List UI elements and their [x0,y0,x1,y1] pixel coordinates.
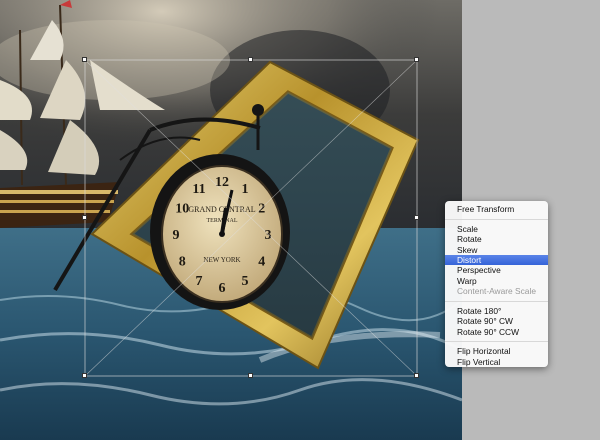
transform-handle-bottom-right[interactable] [414,373,419,378]
menu-item-flip-horizontal[interactable]: Flip Horizontal [445,346,548,356]
photo-composite: 121234567891011 GRAND CENTRAL TERMINAL N… [0,0,462,440]
menu-separator [445,300,548,302]
menu-separator [445,341,548,343]
clock-numeral: 11 [192,182,205,197]
transform-handle-top-left[interactable] [82,57,87,62]
clock-numeral: 5 [242,274,249,289]
station-clock: 121234567891011 GRAND CENTRAL TERMINAL N… [150,154,290,310]
document-canvas[interactable]: 121234567891011 GRAND CENTRAL TERMINAL N… [0,0,462,440]
menu-item-rotate-90-ccw[interactable]: Rotate 90° CCW [445,327,548,337]
clock-numeral: 9 [173,228,180,243]
menu-item-rotate-90-cw[interactable]: Rotate 90° CW [445,316,548,326]
menu-item-perspective[interactable]: Perspective [445,265,548,275]
clock-numeral: 4 [258,255,265,270]
transform-handle-top-right[interactable] [414,57,419,62]
menu-item-rotate[interactable]: Rotate [445,234,548,244]
menu-item-skew[interactable]: Skew [445,245,548,255]
menu-item-content-aware-scale: Content-Aware Scale [457,286,536,297]
menu-separator [445,218,548,220]
clock-numeral: 1 [242,182,249,197]
clock-numeral: 7 [196,274,203,289]
clock-city-text: NEW YORK [203,256,240,264]
transform-handle-right[interactable] [414,215,419,220]
menu-item-scale[interactable]: Scale [445,224,548,234]
clock-numeral: 12 [215,175,229,190]
clock-numeral: 3 [265,228,272,243]
clock-numeral: 8 [179,255,186,270]
transform-handle-top[interactable] [248,57,253,62]
menu-item-flip-vertical[interactable]: Flip Vertical [445,357,548,367]
transform-handle-left[interactable] [82,215,87,220]
transform-handle-bottom-left[interactable] [82,373,87,378]
menu-item-distort[interactable]: Distort [445,254,548,266]
menu-item-rotate-180[interactable]: Rotate 180° [445,306,548,316]
menu-item-free-transform[interactable]: Free Transform [445,204,548,214]
clock-numeral: 10 [175,202,189,217]
clock-numeral: 2 [258,202,265,217]
clock-numeral: 6 [219,281,226,296]
transform-context-menu[interactable]: Free Transform Scale Rotate Skew Distort… [445,201,548,367]
menu-item-warp[interactable]: Warp [445,276,548,286]
transform-handle-bottom[interactable] [248,373,253,378]
